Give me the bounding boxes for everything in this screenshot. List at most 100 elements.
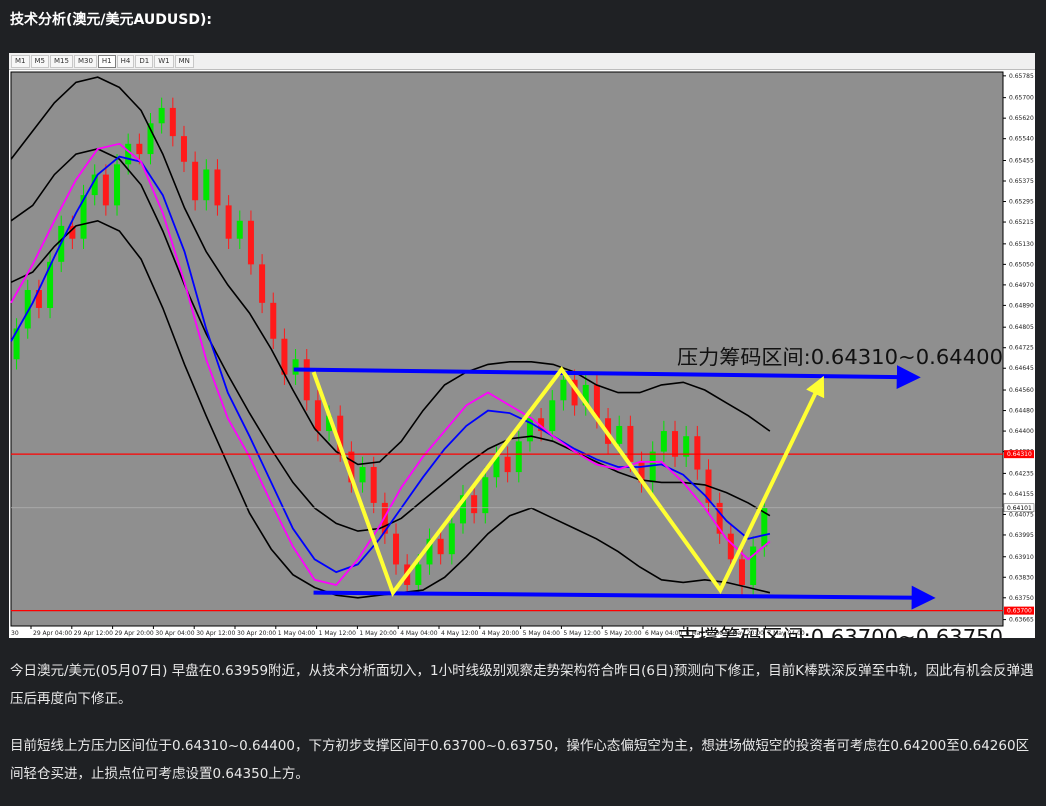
current-price-label: 0.64101 xyxy=(1007,505,1032,512)
candle-body xyxy=(102,174,109,206)
candle-body xyxy=(158,107,165,124)
candle-body xyxy=(169,107,176,137)
y-tick-label: 0.64560 xyxy=(1009,387,1034,394)
y-tick-label: 0.64155 xyxy=(1009,491,1034,498)
resistance-annotation: 压力筹码区间:0.64310~0.64400 xyxy=(677,345,1003,369)
y-tick-label: 0.65295 xyxy=(1009,199,1034,206)
candle-body xyxy=(672,431,679,457)
y-tick-label: 0.64235 xyxy=(1009,470,1034,477)
x-tick-label: 29 Apr 04:00 xyxy=(33,630,72,637)
candle-body xyxy=(727,533,734,560)
y-tick-label: 0.63830 xyxy=(1009,574,1034,581)
candle-body xyxy=(448,523,455,555)
analysis-paragraph-1: 今日澳元/美元(05月07日) 早盘在0.63959附近，从技术分析面切入，1小… xyxy=(10,663,1034,707)
x-tick-label: 1 May 20:00 xyxy=(359,630,397,637)
candle-body xyxy=(292,359,299,375)
level-price-label: 0.64310 xyxy=(1007,451,1032,458)
candle-body xyxy=(225,205,232,239)
x-tick-label: 29 Apr 20:00 xyxy=(115,630,154,637)
timeframe-button-h4[interactable]: H4 xyxy=(116,54,135,68)
x-tick-label-start: 30 xyxy=(11,630,19,637)
candle-body xyxy=(314,400,321,432)
y-tick-label: 0.65455 xyxy=(1009,157,1034,164)
y-tick-label: 0.63995 xyxy=(1009,532,1034,539)
page-title: 技术分析(澳元/美元AUDUSD): xyxy=(10,12,212,28)
candle-body xyxy=(560,379,567,401)
timeframe-button-m30[interactable]: M30 xyxy=(73,54,97,68)
candle-body xyxy=(136,143,143,155)
candle-body xyxy=(660,431,667,452)
x-tick-label: 5 May 04:00 xyxy=(523,630,561,637)
candle-body xyxy=(616,425,623,444)
y-tick-label: 0.64645 xyxy=(1009,365,1034,372)
y-tick-label: 0.63910 xyxy=(1009,554,1034,561)
timeframe-button-m15[interactable]: M15 xyxy=(50,54,73,68)
candle-body xyxy=(303,359,310,401)
x-tick-label: 4 May 20:00 xyxy=(482,630,520,637)
candle-body xyxy=(694,436,701,470)
timeframe-button-m5[interactable]: M5 xyxy=(30,54,49,68)
x-tick-label: 5 May 20:00 xyxy=(604,630,642,637)
timeframe-toolbar: M1 M5 M15 M30 H1 H4 D1 W1 MN xyxy=(9,53,1035,70)
candle-body xyxy=(114,164,121,206)
timeframe-button-m1[interactable]: M1 xyxy=(11,54,30,68)
y-tick-label: 0.65130 xyxy=(1009,241,1034,248)
y-tick-label: 0.64970 xyxy=(1009,282,1034,289)
timeframe-button-mn[interactable]: MN xyxy=(174,54,194,68)
timeframe-button-d1[interactable]: D1 xyxy=(135,54,154,68)
y-tick-label: 0.65215 xyxy=(1009,219,1034,226)
y-tick-label: 0.64805 xyxy=(1009,324,1034,331)
timeframe-button-h1[interactable]: H1 xyxy=(97,54,116,68)
x-tick-label: 30 Apr 20:00 xyxy=(237,630,276,637)
candle-body xyxy=(393,533,400,565)
y-tick-label: 0.65785 xyxy=(1009,73,1034,80)
x-tick-label: 30 Apr 04:00 xyxy=(155,630,194,637)
y-tick-label: 0.63750 xyxy=(1009,595,1034,602)
candle-body xyxy=(247,220,254,265)
candle-body xyxy=(270,302,277,339)
chart-window: M1 M5 M15 M30 H1 H4 D1 W1 MN 0.65785 0.65700 0.656… xyxy=(9,53,1035,638)
candle-body xyxy=(504,456,511,473)
candle-body xyxy=(627,425,634,462)
y-tick-label: 0.65540 xyxy=(1009,136,1034,143)
candle-body xyxy=(515,441,522,473)
y-tick-label: 0.65700 xyxy=(1009,95,1034,102)
x-tick-label: 1 May 12:00 xyxy=(319,630,357,637)
timeframe-button-w1[interactable]: W1 xyxy=(154,54,174,68)
candle-body xyxy=(192,161,199,201)
candle-body xyxy=(359,466,366,483)
candle-body xyxy=(415,564,422,585)
candle-body xyxy=(259,264,266,303)
y-tick-label: 0.65050 xyxy=(1009,261,1034,268)
candle-body xyxy=(180,136,187,162)
candle-body xyxy=(649,451,656,483)
x-tick-label: 4 May 04:00 xyxy=(400,630,438,637)
y-tick-label: 0.64400 xyxy=(1009,428,1034,435)
candle-body xyxy=(750,546,757,585)
x-tick-label: 30 Apr 12:00 xyxy=(196,630,235,637)
x-tick-label: 5 May 12:00 xyxy=(563,630,601,637)
y-tick-label: 0.64480 xyxy=(1009,408,1034,415)
y-tick-label: 0.64725 xyxy=(1009,345,1034,352)
x-tick-label: 4 May 12:00 xyxy=(441,630,479,637)
support-annotation: 支撑筹码区间:0.63700~0.63750 xyxy=(677,625,1003,638)
candle-body xyxy=(236,220,243,239)
y-tick-label: 0.64890 xyxy=(1009,302,1034,309)
x-tick-label: 29 Apr 12:00 xyxy=(74,630,113,637)
analysis-paragraph-2: 目前短线上方压力区间位于0.64310~0.64400，下方初步支撑区间于0.6… xyxy=(10,738,1030,782)
candle-body xyxy=(471,495,478,514)
candle-body xyxy=(214,169,221,206)
y-tick-label: 0.63665 xyxy=(1009,617,1034,624)
y-tick-label: 0.64075 xyxy=(1009,511,1034,518)
chart-svg: 0.65785 0.65700 0.65620 0.65540 0.65455 0.653… xyxy=(9,70,1035,638)
candle-body xyxy=(738,559,745,585)
y-tick-label: 0.65375 xyxy=(1009,178,1034,185)
x-tick-label: 1 May 04:00 xyxy=(278,630,316,637)
candle-body xyxy=(125,143,132,165)
price-chart[interactable]: 0.65785 0.65700 0.65620 0.65540 0.65455 0.653… xyxy=(9,70,1035,638)
level-price-label: 0.63700 xyxy=(1007,608,1032,615)
candle-body xyxy=(437,538,444,555)
candle-body xyxy=(203,169,210,201)
y-tick-label: 0.65620 xyxy=(1009,115,1034,122)
candle-body xyxy=(549,400,556,432)
